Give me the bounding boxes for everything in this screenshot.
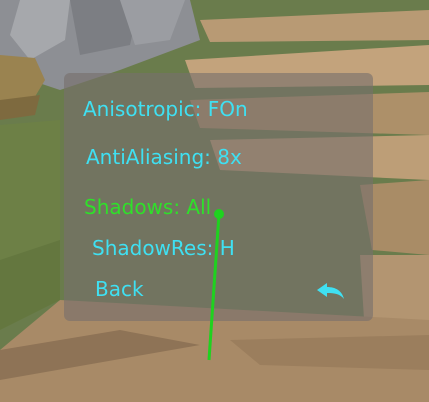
menu-option-anisotropic[interactable]: Anisotropic: FOn [83,97,248,121]
undo-arrow-icon[interactable] [314,281,348,303]
menu-option-shadow-resolution[interactable]: ShadowRes: H [92,236,235,260]
menu-option-shadows[interactable]: Shadows: All [84,195,211,219]
back-button[interactable]: Back [95,277,144,301]
menu-option-antialiasing[interactable]: AntiAliasing: 8x [86,145,242,169]
